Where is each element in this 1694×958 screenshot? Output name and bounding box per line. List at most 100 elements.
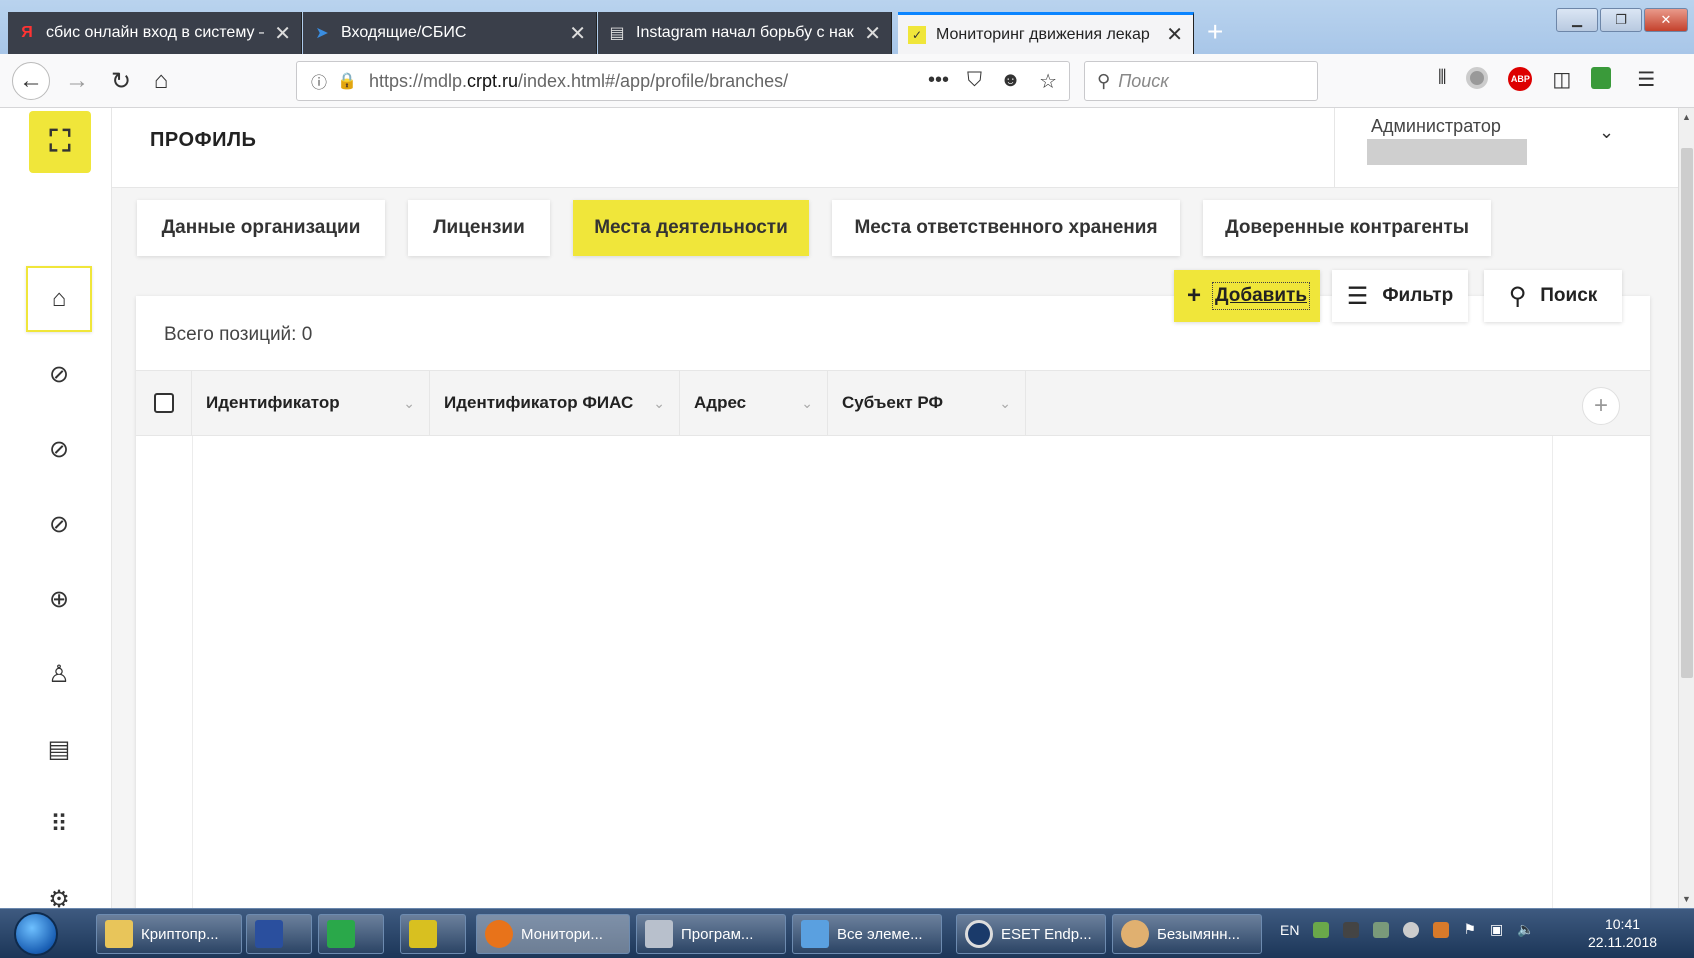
browser-tab-sbis-inbox[interactable]: ➤ Входящие/СБИС ✕ — [303, 12, 597, 54]
paint-icon — [1121, 920, 1149, 948]
browser-tab-sbis-search[interactable]: Я сбис онлайн вход в систему – ✕ — [8, 12, 302, 54]
apps-grid-icon[interactable]: ⠿ — [26, 791, 92, 857]
tab-licenses[interactable]: Лицензии — [408, 200, 550, 256]
start-button-icon[interactable] — [14, 912, 58, 956]
address-bar[interactable]: ⓘ 🔒 https://mdlp. crpt.ru/index.html#/app… — [296, 61, 1070, 101]
browser-search-input[interactable]: ⚲ Поиск — [1084, 61, 1318, 101]
tray-app-icon[interactable] — [1343, 921, 1360, 938]
action-center-flag-icon[interactable]: ⚑ — [1463, 921, 1476, 938]
network-icon[interactable]: ▣ — [1490, 921, 1503, 938]
sidebar-icon[interactable]: ◫ — [1552, 67, 1571, 92]
tray-app-icon[interactable] — [1373, 921, 1390, 938]
bookmark-star-icon[interactable]: ☆ — [1039, 69, 1057, 94]
sidebar: ⛶ ⌂ ⊘ ⊘ ⊘ ⊕ ♙ ▤ ⠿ ⚙ — [0, 108, 112, 908]
scrollbar-thumb[interactable] — [1681, 148, 1693, 678]
close-tab-icon[interactable]: ✕ — [274, 21, 291, 46]
reload-icon[interactable]: ↻ — [102, 62, 140, 100]
search-button-label: Поиск — [1540, 285, 1598, 306]
tab-places-of-activity[interactable]: Места деятельности — [573, 200, 809, 256]
extension-circle-icon[interactable] — [1466, 67, 1489, 89]
column-label: Адрес — [694, 393, 747, 412]
pill-in-icon[interactable]: ⊘ — [26, 341, 92, 407]
tray-app-icon[interactable] — [1433, 921, 1450, 938]
browser-tab-instagram[interactable]: ▤ Instagram начал борьбу с нак ✕ — [598, 12, 892, 54]
floppy-icon — [255, 920, 283, 948]
tab-organization-data[interactable]: Данные организации — [137, 200, 385, 256]
chevron-down-icon[interactable]: ⌄ — [801, 395, 813, 412]
user-name-redacted — [1367, 139, 1527, 165]
chevron-down-icon[interactable]: ⌄ — [403, 395, 415, 412]
restore-icon[interactable]: ❐ — [1600, 8, 1642, 32]
taskbar-item-save[interactable] — [246, 914, 312, 954]
select-all-checkbox[interactable] — [154, 393, 174, 413]
select-all-cell — [136, 371, 192, 435]
volume-icon[interactable]: 🔈 — [1517, 921, 1534, 938]
chevron-down-icon[interactable]: ⌄ — [653, 395, 665, 412]
browser-tab-title: Мониторинг движения лекар — [936, 25, 1150, 43]
taskbar-item-firefox[interactable]: Монитори... — [476, 914, 630, 954]
column-header-address[interactable]: Адрес ⌄ — [680, 371, 828, 435]
search-button[interactable]: ⚲ Поиск — [1484, 270, 1622, 322]
document-icon[interactable]: ▤ — [26, 716, 92, 782]
menu-icon[interactable]: ☰ — [1637, 67, 1655, 92]
chevron-down-icon[interactable]: ⌄ — [999, 395, 1011, 412]
tab-storage-places[interactable]: Места ответственного хранения — [832, 200, 1180, 256]
taskbar-item-programs[interactable]: Програм... — [636, 914, 786, 954]
filter-button[interactable]: ☰ Фильтр — [1332, 270, 1468, 322]
taskbar-item-pharmacy[interactable] — [318, 914, 384, 954]
system-clock[interactable]: 10:41 22.11.2018 — [1588, 915, 1657, 951]
pill-out-icon[interactable]: ⊘ — [26, 491, 92, 557]
taskbar-item-eset[interactable]: ESET Endp... — [956, 914, 1106, 954]
browser-tab-title: сбис онлайн вход в систему – — [46, 24, 265, 41]
page-scrollbar[interactable]: ▲ ▼ — [1678, 108, 1694, 908]
gear-icon[interactable]: ⚙ — [26, 866, 92, 909]
info-icon[interactable]: ⓘ — [311, 69, 327, 93]
globe-icon[interactable]: ⊕ — [26, 566, 92, 632]
close-tab-icon[interactable]: ✕ — [864, 21, 881, 46]
add-button[interactable]: + Добавить — [1174, 270, 1320, 322]
extension-icon[interactable]: ☻ — [1000, 69, 1021, 94]
browser-tab-monitoring[interactable]: ✓ Мониторинг движения лекар ✕ — [898, 12, 1194, 54]
back-arrow-icon[interactable]: ← — [12, 62, 50, 100]
taskbar-item-paint[interactable]: Безымянн... — [1112, 914, 1262, 954]
chevron-down-icon[interactable]: ⌄ — [1599, 122, 1614, 143]
library-icon[interactable]: ⫴ — [1438, 67, 1446, 92]
column-header-region[interactable]: Субъект РФ ⌄ — [828, 371, 1026, 435]
user-icon[interactable]: ♙ — [26, 641, 92, 707]
taskbar-item-label: Програм... — [681, 925, 754, 943]
close-tab-icon[interactable]: ✕ — [569, 21, 586, 46]
scroll-up-icon[interactable]: ▲ — [1682, 112, 1691, 122]
pocket-icon[interactable]: ⛉ — [967, 69, 982, 94]
home-icon[interactable]: ⌂ — [26, 266, 92, 332]
user-menu[interactable]: Администратор ⌄ — [1334, 108, 1678, 188]
taskbar-item-cryptopro[interactable]: Криптопр... — [96, 914, 242, 954]
page-title: ПРОФИЛЬ — [150, 129, 257, 151]
scroll-down-icon[interactable]: ▼ — [1682, 894, 1691, 904]
total-count: Всего позиций: 0 — [164, 324, 313, 345]
tray-app-icon[interactable] — [1313, 921, 1330, 938]
window-close-icon[interactable]: ✕ — [1644, 8, 1688, 32]
close-tab-icon[interactable]: ✕ — [1166, 22, 1183, 47]
taskbar-item-thebat[interactable] — [400, 914, 466, 954]
add-column-icon[interactable]: + — [1582, 387, 1620, 425]
tray-app-icon[interactable] — [1403, 921, 1420, 938]
app-logo-icon[interactable]: ⛶ — [29, 111, 91, 173]
tab-trusted-counterparties[interactable]: Доверенные контрагенты — [1203, 200, 1491, 256]
clipboard-extension-icon[interactable] — [1591, 67, 1612, 89]
search-icon: ⚲ — [1097, 70, 1111, 91]
column-header-fias-id[interactable]: Идентификатор ФИАС ⌄ — [430, 371, 680, 435]
language-indicator[interactable]: EN — [1280, 922, 1299, 938]
column-divider — [192, 436, 193, 908]
adblock-icon[interactable]: ABP — [1508, 67, 1533, 91]
new-tab-icon[interactable]: + — [1207, 16, 1223, 48]
minimize-icon[interactable]: ▁ — [1556, 8, 1598, 32]
plus-icon: + — [1186, 282, 1201, 309]
lock-icon: 🔒 — [337, 73, 357, 90]
taskbar-item-control-panel[interactable]: Все элеме... — [792, 914, 942, 954]
pill-icon[interactable]: ⊘ — [26, 416, 92, 482]
forward-arrow-icon[interactable]: → — [58, 62, 96, 100]
home-icon[interactable]: ⌂ — [142, 62, 180, 100]
column-header-identifier[interactable]: Идентификатор ⌄ — [192, 371, 430, 435]
arrow-icon: ➤ — [315, 25, 329, 42]
more-dots-icon[interactable]: ••• — [928, 69, 949, 94]
